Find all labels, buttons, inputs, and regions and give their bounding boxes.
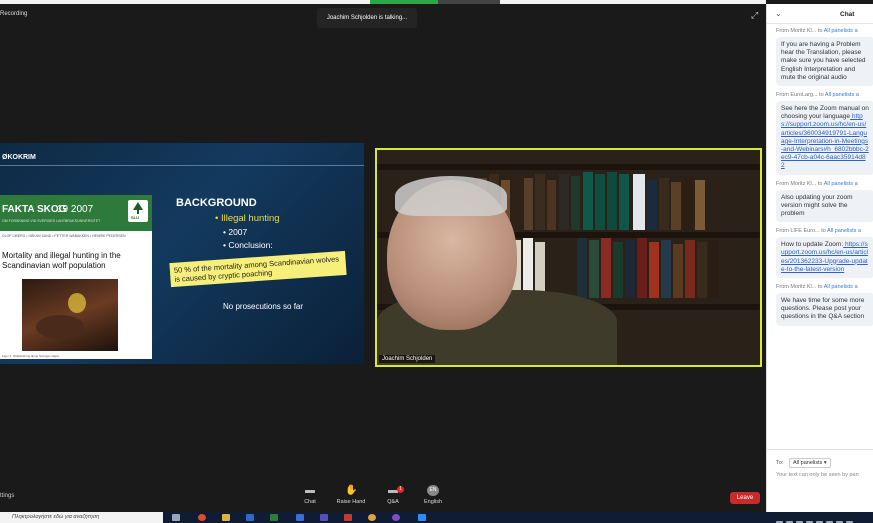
- chat-message: From Moritz Kl... to All panelists a Also…: [776, 181, 873, 223]
- chat-panel: ⌄ Chat From Moritz Kl... to All panelist…: [766, 4, 873, 512]
- teams-icon[interactable]: [320, 514, 328, 521]
- system-tray[interactable]: [776, 514, 873, 523]
- wolf-photo: [22, 279, 118, 351]
- zoom-icon[interactable]: [418, 514, 426, 521]
- slide-divider: [0, 165, 364, 166]
- chat-text: Also updating your zoom version might so…: [781, 193, 853, 218]
- chat-message-meta: From LIFE Euro... to All panelists a: [776, 228, 873, 234]
- chat-recipient: All panelists a: [823, 284, 858, 291]
- chat-recipient: All panelists a: [823, 28, 858, 34]
- zoom-webinar-window: Recording Joachim Schjolden is talking..…: [0, 0, 873, 523]
- language-button[interactable]: EN English: [413, 485, 453, 505]
- chat-message-meta: From Moritz Kl... to All panelists a: [776, 28, 873, 34]
- bullet-conclusion: • Conclusion:: [223, 240, 273, 250]
- globe-icon: EN: [427, 485, 439, 496]
- language-button-label: English: [423, 499, 443, 505]
- doc-heading: Mortality and illegal hunting in the Sca…: [2, 251, 121, 270]
- raise-hand-label: Raise Hand: [336, 499, 366, 505]
- excel-icon[interactable]: [270, 514, 278, 521]
- windows-taskbar: Πληκτρολογήστε εδώ για αναζήτηση: [0, 512, 873, 523]
- chat-header: ⌄ Chat: [767, 4, 873, 24]
- leave-button[interactable]: Leave: [730, 492, 760, 504]
- chat-message-list[interactable]: From Moritz Kl... to All panelists a If y…: [776, 28, 873, 332]
- chat-message-meta: From EuroLarg... to All panelists a: [776, 92, 873, 98]
- word-icon[interactable]: [246, 514, 254, 521]
- slide-bullets: • Illegal hunting • 2007 • Conclusion:: [215, 213, 280, 253]
- chat-link[interactable]: https://support.zoom.us/hc/en-us/article…: [781, 113, 869, 169]
- bullet-illegal-hunting: • Illegal hunting: [215, 213, 280, 224]
- speaker-video[interactable]: Joachim Schjolden: [375, 148, 762, 367]
- chat-footer: To: All panelists ▾ Your text can only b…: [767, 449, 873, 512]
- chat-bubble: If you are having a Problem hear the Tra…: [776, 37, 873, 87]
- chat-title: Chat: [840, 11, 855, 18]
- doc-issue: 19 2007: [57, 204, 94, 215]
- chat-text: If you are having a Problem hear the Tra…: [781, 41, 866, 81]
- chat-recipient-select[interactable]: All panelists ▾: [789, 458, 831, 468]
- chat-to-label: To:: [776, 460, 784, 466]
- chat-sender: From Moritz Kl... to: [776, 180, 824, 187]
- slu-logo: SLU: [128, 200, 148, 222]
- chat-bubble: See here the Zoom manual on choosing you…: [776, 101, 873, 175]
- chat-text: How to update Zoom:: [781, 241, 844, 249]
- chat-message-meta: From Moritz Kl... to All panelists a: [776, 181, 873, 187]
- file-explorer-icon[interactable]: [222, 514, 230, 521]
- doc-caption: Figur 1. Wolfskötning längs Sveriges väg…: [2, 354, 59, 358]
- chat-recipient: All panelists a: [824, 92, 859, 99]
- chevron-down-icon[interactable]: ⌄: [775, 9, 782, 18]
- speaker-name-tag: Joachim Schjolden: [379, 355, 436, 363]
- chat-sender: From LIFE Euro... to: [776, 228, 828, 235]
- chat-message-meta: From Moritz Kl... to All panelists a: [776, 284, 873, 290]
- shared-slide: ØKOKRIM FAKTA SKOG 19 2007 OM FORSKNING …: [0, 143, 364, 364]
- no-prosecutions-text: No prosecutions so far: [223, 302, 304, 311]
- slu-logo-text: SLU: [131, 215, 139, 220]
- task-view-icon[interactable]: [172, 514, 180, 521]
- chat-sender: From Moritz Kl... to: [776, 28, 824, 34]
- meeting-toolbar: ttings ▬ Chat ✋ Raise Hand ▬ 1 Q&A EN En…: [0, 482, 766, 512]
- outlook-icon[interactable]: [296, 514, 304, 521]
- bookshelf-row: [477, 170, 757, 230]
- viber-icon[interactable]: [392, 514, 400, 521]
- doc-authors: OLOF LIBERG • HÅKAN SAND • PETTER WABAKK…: [2, 234, 126, 238]
- fakta-skog-document: FAKTA SKOG 19 2007 OM FORSKNING VID SVER…: [0, 195, 152, 359]
- chat-icon: ▬: [305, 485, 315, 496]
- chat-message: From EuroLarg... to All panelists a See h…: [776, 92, 873, 175]
- qa-badge: 1: [397, 486, 404, 493]
- recording-label: Recording: [0, 11, 28, 17]
- hand-icon: ✋: [345, 485, 358, 496]
- chat-bubble: How to update Zoom: https://support.zoom…: [776, 237, 873, 279]
- doc-subtitle: OM FORSKNING VID SVERIGES LANTBRUKSUNIVE…: [2, 219, 101, 223]
- chrome-icon[interactable]: [368, 514, 376, 521]
- qa-button-label: Q&A: [387, 499, 399, 505]
- chat-recipient: All panelists a: [827, 228, 861, 235]
- tree-icon: [133, 202, 143, 214]
- bullet-year: • 2007: [223, 227, 248, 237]
- meeting-area: Recording Joachim Schjolden is talking..…: [0, 4, 766, 482]
- taskbar-search-field[interactable]: Πληκτρολογήστε εδώ για αναζήτηση: [0, 512, 163, 523]
- speaker-hair: [395, 176, 507, 216]
- powerpoint-icon[interactable]: [344, 514, 352, 521]
- chat-button[interactable]: ▬ Chat: [290, 485, 330, 505]
- chat-button-label: Chat: [304, 499, 316, 505]
- slide-background-title: BACKGROUND: [176, 197, 257, 209]
- slide-org-logo: ØKOKRIM: [2, 154, 36, 161]
- chat-message: From LIFE Euro... to All panelists a How …: [776, 228, 873, 279]
- settings-button[interactable]: ttings: [0, 493, 14, 499]
- chat-recipient: All panelists a: [823, 180, 858, 187]
- chat-message: From Moritz Kl... to All panelists a We h…: [776, 284, 873, 326]
- chat-sender: From EuroLarg... to: [776, 92, 825, 99]
- qa-button[interactable]: ▬ 1 Q&A: [373, 485, 413, 505]
- chat-input[interactable]: Your text can only be seen by pan: [776, 472, 873, 484]
- bookshelf-row: [477, 238, 757, 298]
- chat-sender: From Moritz Kl... to: [776, 284, 824, 291]
- chat-text: We have time for some more questions. Pl…: [781, 297, 865, 321]
- expand-icon[interactable]: ⤢: [751, 10, 761, 20]
- chat-bubble: Also updating your zoom version might so…: [776, 189, 873, 223]
- raise-hand-button[interactable]: ✋ Raise Hand: [331, 485, 371, 505]
- doc-header: FAKTA SKOG 19 2007 OM FORSKNING VID SVER…: [0, 195, 152, 231]
- browser-icon[interactable]: [198, 514, 206, 521]
- chat-message: From Moritz Kl... to All panelists a If y…: [776, 28, 873, 87]
- talking-indicator: Joachim Schjolden is talking...: [317, 8, 417, 28]
- chat-bubble: We have time for some more questions. Pl…: [776, 293, 873, 326]
- mortality-callout: 50 % of the mortality among Scandinavian…: [169, 250, 347, 288]
